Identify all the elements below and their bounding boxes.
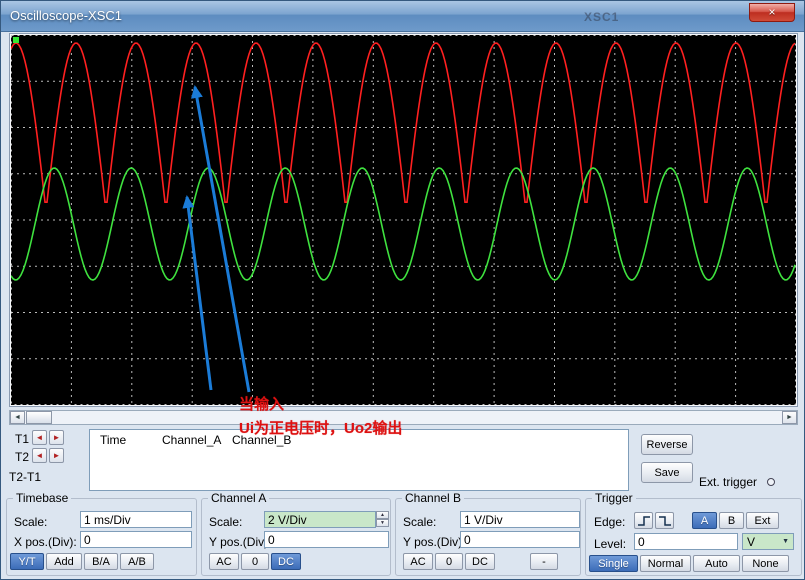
rising-edge-icon [637,515,651,527]
channel-b-ac-button[interactable]: AC [403,553,433,570]
falling-edge-button[interactable] [655,512,674,529]
trigger-title: Trigger [592,491,636,505]
scroll-left-button[interactable]: ◄ [10,411,25,424]
t2-t1-label: T2-T1 [9,470,41,484]
trigger-source-a-button[interactable]: A [692,512,717,529]
t2-label: T2 [15,450,29,464]
channel-a-scale-input[interactable] [264,511,376,528]
channel-a-ypos-input[interactable] [264,531,389,548]
t1-left-icon: ◄ [36,433,44,442]
spinner-up-button[interactable]: ▲ [376,511,389,519]
timebase-scale-input[interactable] [80,511,192,528]
scroll-left-icon: ◄ [14,414,21,421]
t2-left-icon: ◄ [36,451,44,460]
trigger-source-b-button[interactable]: B [719,512,744,529]
t1-right-icon: ► [53,433,61,442]
scroll-right-icon: ► [786,414,793,421]
title-bar[interactable]: Oscilloscope-XSC1 XSC1 × [1,1,804,32]
channel-b-zero-button[interactable]: 0 [435,553,463,570]
trigger-single-button[interactable]: Single [589,555,638,572]
spinner-down-icon: ▼ [380,520,385,526]
trigger-auto-button[interactable]: Auto [693,555,740,572]
t2-left-button[interactable]: ◄ [32,448,47,463]
timebase-title: Timebase [13,491,71,505]
t2-right-icon: ► [53,451,61,460]
channel-a-ypos-label: Y pos.(Div): [209,535,271,549]
channel-b-scale-label: Scale: [403,515,436,529]
trigger-source-ext-button[interactable]: Ext [746,512,779,529]
t1-label: T1 [15,432,29,446]
column-channel-a: Channel_A [162,433,221,447]
close-icon: × [768,5,775,19]
channel-b-ypos-label: Y pos.(Div): [403,535,465,549]
trigger-group: Trigger Edge: A B Ext Level: V ▼ Single [585,498,802,576]
channel-b-ypos-input[interactable] [460,531,580,548]
scroll-right-button[interactable]: ► [782,411,797,424]
window-title: Oscilloscope-XSC1 [10,8,122,23]
timebase-add-button[interactable]: Add [46,553,82,570]
channel-a-scale-spinner: ▲ ▼ [376,511,389,528]
rising-edge-button[interactable] [634,512,653,529]
timebase-xpos-input[interactable] [80,531,192,548]
trigger-level-unit-dropdown[interactable]: V ▼ [742,533,794,550]
t1-left-button[interactable]: ◄ [32,430,47,445]
trigger-level-input[interactable] [634,533,738,550]
ext-trigger-label: Ext. trigger [699,475,757,489]
channel-b-minus-button[interactable]: - [530,553,558,570]
cursor-marker[interactable] [13,37,19,43]
scroll-thumb[interactable] [26,411,52,424]
instrument-watermark: XSC1 [584,10,619,24]
reverse-button[interactable]: Reverse [641,434,693,455]
t2-right-button[interactable]: ► [49,448,64,463]
chevron-down-icon: ▼ [782,538,789,545]
channel-b-scale-input[interactable] [460,511,580,528]
save-button[interactable]: Save [641,462,693,483]
oscilloscope-window: Oscilloscope-XSC1 XSC1 × ◄ ► T1 ◄ ► T2 ◄… [0,0,805,580]
close-button[interactable]: × [749,3,795,22]
ext-trigger-terminal-icon [767,478,775,486]
channel-b-group: Channel B Scale: Y pos.(Div): AC 0 DC - [395,498,581,576]
channel-a-dc-button[interactable]: DC [271,553,301,570]
scope-screen [11,35,796,405]
spinner-down-button[interactable]: ▼ [376,519,389,527]
t1-right-button[interactable]: ► [49,430,64,445]
trigger-edge-label: Edge: [594,515,625,529]
annotation-arrow-2 [187,197,211,390]
timebase-ba-button[interactable]: B/A [84,553,118,570]
timebase-yt-button[interactable]: Y/T [10,553,44,570]
falling-edge-icon [658,515,672,527]
trigger-none-button[interactable]: None [742,555,789,572]
trigger-normal-button[interactable]: Normal [640,555,691,572]
measurement-listbox: Time Channel_A Channel_B [89,429,629,491]
channel-b-title: Channel B [402,491,464,505]
timebase-xpos-label: X pos.(Div): [14,535,77,549]
annotation-arrow-1 [195,87,249,392]
column-channel-b: Channel_B [232,433,291,447]
timebase-scale-label: Scale: [14,515,47,529]
scope-scrollbar[interactable]: ◄ ► [9,410,798,425]
spinner-up-icon: ▲ [380,512,385,518]
channel-a-ac-button[interactable]: AC [209,553,239,570]
column-time: Time [100,433,126,447]
channel-a-scale-label: Scale: [209,515,242,529]
channel-a-group: Channel A Scale: ▲ ▼ Y pos.(Div): AC 0 D… [201,498,391,576]
channel-a-title: Channel A [208,491,269,505]
timebase-group: Timebase Scale: X pos.(Div): Y/T Add B/A… [6,498,197,576]
channel-b-dc-button[interactable]: DC [465,553,495,570]
scope-canvas [11,35,796,405]
channel-a-zero-button[interactable]: 0 [241,553,269,570]
timebase-ab-button[interactable]: A/B [120,553,154,570]
trigger-level-label: Level: [594,537,626,551]
